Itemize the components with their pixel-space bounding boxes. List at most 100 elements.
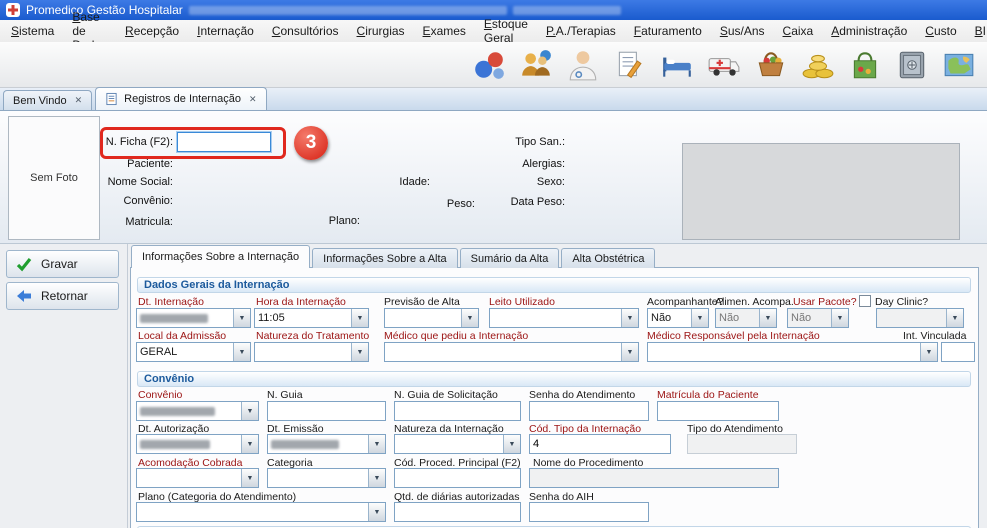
tab-alta-obstetrica[interactable]: Alta Obstétrica [561,248,655,268]
chevron-down-icon[interactable] [759,309,776,327]
chevron-down-icon[interactable] [621,309,638,327]
nome-social-label: Nome Social: [93,176,173,188]
senha-atendimento-label: Senha do Atendimento [529,389,635,401]
menu-item-cirurgias[interactable]: Cirurgias [348,21,414,41]
qtd-diarias-input[interactable] [394,502,521,522]
doctor-icon[interactable] [563,45,603,85]
n-guia-solicitacao-input[interactable] [394,401,521,421]
natureza-internacao-combo[interactable] [394,434,521,454]
ficha-input[interactable] [177,132,271,152]
dt-internacao-label: Dt. Internação [138,296,204,308]
produce-bag-icon[interactable] [845,45,885,85]
previsao-alta-combo[interactable] [384,308,479,328]
menu-item-custo[interactable]: Custo [916,21,965,41]
chevron-down-icon[interactable] [946,309,963,327]
chevron-down-icon[interactable] [368,435,385,453]
local-admissao-combo[interactable]: GERAL [136,342,251,362]
menu-item-sus-ans[interactable]: Sus/Ans [711,21,774,41]
day-clinic-checkbox[interactable] [859,295,871,307]
tipo-san-label: Tipo San.: [465,136,565,148]
usar-pacote-combo[interactable]: Não [787,308,849,328]
chevron-down-icon[interactable] [233,309,250,327]
menu-item-exames[interactable]: Exames [414,21,475,41]
senha-aih-input[interactable] [529,502,649,522]
tab-informacoes-alta[interactable]: Informações Sobre a Alta [312,248,458,268]
chevron-down-icon[interactable] [461,309,478,327]
menu-item-caixa[interactable]: Caixa [774,21,823,41]
data-peso-label: Data Peso: [495,196,565,208]
alergias-label: Alergias: [465,158,565,170]
retornar-button[interactable]: Retornar [6,282,119,310]
hospital-bed-icon[interactable] [657,45,697,85]
tab-sumario-alta[interactable]: Sumário da Alta [460,248,560,268]
n-guia-input[interactable] [267,401,386,421]
contacts-spheres-icon[interactable] [469,45,509,85]
int-vinculada-input[interactable] [941,342,975,362]
matricula-paciente-label: Matrícula do Paciente [657,389,759,401]
action-sidebar: Gravar Retornar [0,244,128,528]
chevron-down-icon[interactable] [241,469,258,487]
senha-atendimento-input[interactable] [529,401,649,421]
dt-internacao-combo[interactable] [136,308,251,328]
medico-pediu-combo[interactable] [384,342,639,362]
chevron-down-icon[interactable] [831,309,848,327]
gravar-button[interactable]: Gravar [6,250,119,278]
chevron-down-icon[interactable] [241,435,258,453]
menu-item-bi[interactable]: BI [966,21,987,41]
menu-item-pa-terapias[interactable]: P.A./Terapias [537,21,625,41]
chevron-down-icon[interactable] [621,343,638,361]
convenio-combo[interactable] [136,401,259,421]
chevron-down-icon[interactable] [241,402,258,420]
menu-bar: Sistema Base de Dados Recepção Internaçã… [0,20,987,42]
acompanhante-combo[interactable]: Não [647,308,709,328]
gold-coins-icon[interactable] [798,45,838,85]
tab-registros-de-internacao[interactable]: Registros de Internação ✕ [95,87,266,110]
menu-item-administracao[interactable]: Administração [822,21,916,41]
day-clinic-label: Day Clinic? [875,296,928,308]
tab-bem-vindo[interactable]: Bem Vindo ✕ [3,90,92,110]
cod-tipo-internacao-input[interactable] [529,434,671,454]
close-icon[interactable]: ✕ [73,95,83,106]
chevron-down-icon[interactable] [368,503,385,521]
menu-item-recepcao[interactable]: Recepção [116,21,188,41]
medico-responsavel-combo[interactable] [647,342,938,362]
menu-item-consultorios[interactable]: Consultórios [263,21,348,41]
previsao-alta-label: Previsão de Alta [384,296,460,308]
idade-label: Idade: [380,176,430,188]
natureza-tratamento-combo[interactable] [254,342,369,362]
main-toolbar [0,42,987,88]
reception-people-icon[interactable] [516,45,556,85]
hora-internacao-combo[interactable]: 11:05 [254,308,369,328]
dt-autorizacao-combo[interactable] [136,434,259,454]
chevron-down-icon[interactable] [351,309,368,327]
menu-item-internacao[interactable]: Internação [188,21,263,41]
chevron-down-icon[interactable] [503,435,520,453]
chevron-down-icon[interactable] [351,343,368,361]
categoria-combo[interactable] [267,468,386,488]
leito-utilizado-combo[interactable] [489,308,639,328]
exam-document-icon[interactable] [610,45,650,85]
alimen-acompa-combo[interactable]: Não [715,308,777,328]
cod-proced-input[interactable] [394,468,521,488]
ambulance-icon[interactable] [704,45,744,85]
day-clinic-combo[interactable] [876,308,964,328]
matricula-paciente-input[interactable] [657,401,779,421]
chevron-down-icon[interactable] [920,343,937,361]
chevron-down-icon[interactable] [691,309,708,327]
tab-informacoes-internacao[interactable]: Informações Sobre a Internação [131,245,310,268]
close-icon[interactable]: ✕ [247,94,257,105]
acomodacao-cobrada-combo[interactable] [136,468,259,488]
annotation-step-badge: 3 [294,126,328,160]
menu-item-faturamento[interactable]: Faturamento [625,21,711,41]
document-tabstrip: Bem Vindo ✕ Registros de Internação ✕ [0,88,987,111]
tab-bem-vindo-label: Bem Vindo [13,95,67,107]
world-map-icon[interactable] [939,45,979,85]
safe-vault-icon[interactable] [892,45,932,85]
plano-categoria-combo[interactable] [136,502,386,522]
form-tabstrip: Informações Sobre a Internação Informaçõ… [131,245,657,268]
menu-item-sistema[interactable]: Sistema [2,21,63,41]
chevron-down-icon[interactable] [368,469,385,487]
chevron-down-icon[interactable] [233,343,250,361]
market-basket-icon[interactable] [751,45,791,85]
dt-emissao-combo[interactable] [267,434,386,454]
